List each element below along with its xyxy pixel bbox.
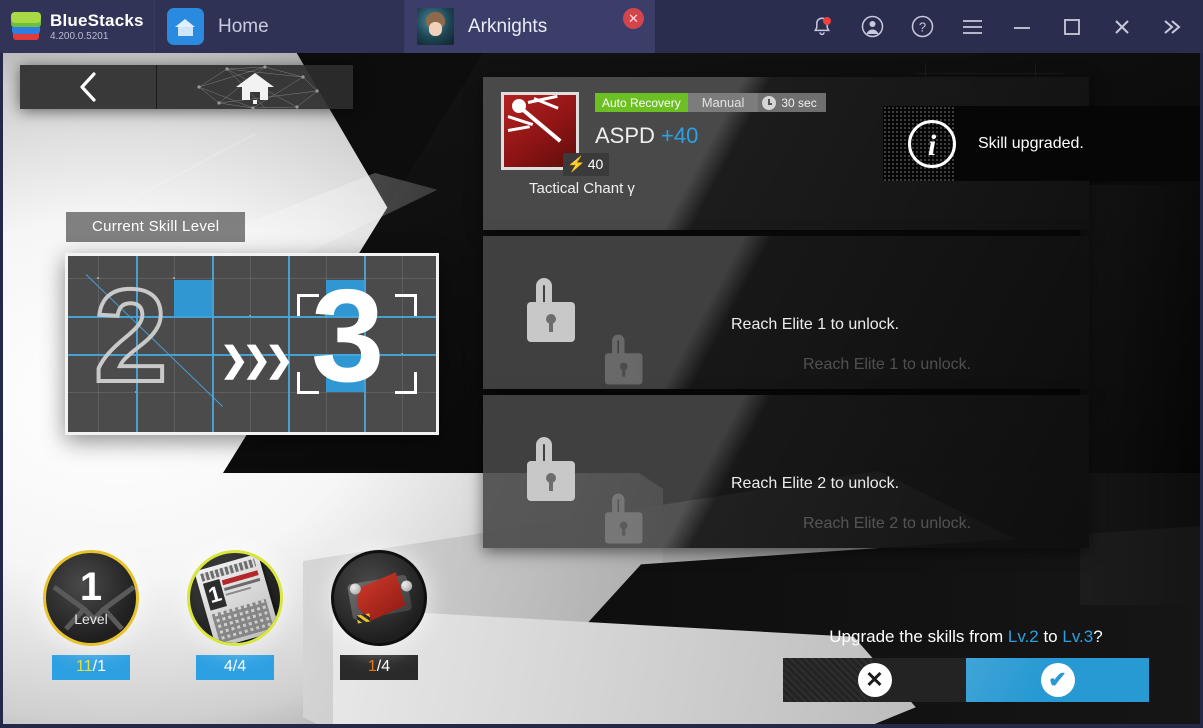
- focus-bracket-icon: [297, 294, 319, 316]
- focus-bracket-icon: [395, 294, 417, 316]
- material-need: 4: [237, 658, 247, 675]
- lock-requirement-text: Reach Elite 1 to unlock.: [731, 316, 900, 333]
- level-icon: 1 Level: [43, 550, 139, 646]
- skill-tag-row: Auto Recovery Manual 30 sec: [595, 93, 826, 112]
- confirm-question: Upgrade the skills from Lv.2 to Lv.3?: [783, 627, 1149, 647]
- skill-stat-label: ASPD: [595, 123, 655, 148]
- confirm-question-suffix: ?: [1093, 627, 1103, 646]
- maximize-icon[interactable]: [1047, 0, 1097, 53]
- clock-icon: [762, 95, 777, 110]
- focus-bracket-icon: [395, 372, 417, 394]
- minimize-icon[interactable]: [997, 0, 1047, 53]
- auto-recovery-tag: Auto Recovery: [595, 93, 688, 112]
- bluestacks-brand: BlueStacks 4.200.0.5201: [0, 0, 155, 53]
- menu-icon[interactable]: [947, 0, 997, 53]
- tab-arknights[interactable]: Arknights ✕: [405, 0, 655, 53]
- home-icon: [236, 73, 274, 104]
- current-skill-level-panel: 2 3 ❯❯❯: [65, 253, 439, 435]
- help-icon[interactable]: ?: [897, 0, 947, 53]
- brand-name: BlueStacks: [50, 10, 144, 30]
- toast-message: Skill upgraded.: [978, 134, 1084, 152]
- material-count-badge: 4/4: [196, 655, 274, 680]
- skill-row-locked-elite2: Reach Elite 2 to unlock. Reach Elite 2 t…: [483, 395, 1089, 548]
- info-icon: i: [908, 119, 956, 168]
- focus-bracket-icon: [297, 372, 319, 394]
- home-button[interactable]: [157, 65, 353, 109]
- material-have: 4: [223, 658, 233, 675]
- material-item-book[interactable]: 1 4/4: [185, 550, 285, 680]
- cancel-button[interactable]: ✕: [783, 658, 966, 702]
- background-side-sheen: [1080, 185, 1200, 605]
- current-skill-level-label: Current Skill Level: [66, 212, 246, 242]
- tab-home[interactable]: Home: [155, 0, 405, 53]
- material-count-badge: 1/4: [340, 655, 418, 680]
- close-icon[interactable]: [1097, 0, 1147, 53]
- material-have: 11: [76, 658, 93, 675]
- confirm-button[interactable]: ✔: [966, 658, 1149, 702]
- lock-requirement-text: Reach Elite 2 to unlock.: [731, 475, 900, 492]
- material-item-level[interactable]: 1 Level 11/1: [41, 550, 141, 680]
- skill-cost-value: 40: [587, 156, 604, 172]
- material-item-device[interactable]: 1/4: [329, 550, 429, 680]
- bluestacks-window: BlueStacks 4.200.0.5201 Home Arknights ✕…: [0, 0, 1203, 728]
- level-number: 1: [79, 565, 103, 609]
- level-arrow-icon: ❯❯❯: [220, 341, 294, 379]
- system-icon-group: ?: [797, 0, 1203, 53]
- home-icon: [167, 8, 204, 45]
- confirm-question-prefix: Upgrade the skills from: [829, 627, 1008, 646]
- skill-name: Tactical Chant γ: [529, 180, 635, 197]
- account-icon[interactable]: [847, 0, 897, 53]
- bluestacks-logo-icon: [11, 11, 41, 42]
- duration-value: 30 sec: [781, 95, 817, 110]
- skill-stat: ASPD +40: [595, 123, 698, 149]
- device-part-icon: [331, 550, 427, 646]
- tab-close-button[interactable]: ✕: [623, 8, 644, 29]
- cancel-icon: ✕: [865, 667, 884, 692]
- check-icon: ✔: [1048, 667, 1067, 692]
- notification-badge-dot: [822, 17, 831, 25]
- arknights-avatar-icon: [417, 8, 454, 45]
- material-need: 4: [381, 658, 391, 675]
- toast-notification: i Skill upgraded.: [883, 106, 1200, 181]
- skill-cost-badge: ⚡ 40: [563, 153, 610, 176]
- manual-tag: Manual: [687, 93, 759, 112]
- confirm-button-group: ✕ ✔: [783, 658, 1149, 702]
- svg-text:?: ?: [918, 20, 925, 35]
- back-button[interactable]: [20, 65, 157, 109]
- level-word: Level: [74, 611, 108, 627]
- expand-sidebar-icon[interactable]: [1147, 0, 1197, 53]
- confirm-question-mid: to: [1038, 627, 1063, 646]
- material-count-badge: 11/1: [52, 655, 130, 680]
- game-viewport[interactable]: 2: [3, 53, 1200, 724]
- skill-stat-value: +40: [661, 123, 699, 148]
- skill-summary-book-icon: 1: [187, 550, 283, 646]
- tab-home-label: Home: [218, 15, 269, 37]
- skill-level-from: 2: [92, 262, 169, 409]
- skill-row-locked-elite1: Reach Elite 1 to unlock. Reach Elite 1 t…: [483, 236, 1089, 389]
- tab-arknights-label: Arknights: [468, 15, 548, 37]
- sp-bolt-icon: ⚡: [567, 156, 586, 173]
- brand-version: 4.200.0.5201: [50, 30, 109, 42]
- material-list: 1 Level 11/1 1 4/4 1/4: [41, 550, 429, 680]
- duration-tag: 30 sec: [758, 93, 826, 112]
- confirm-to-level: Lv.3: [1062, 627, 1094, 646]
- skill-level-to: 3: [311, 262, 385, 409]
- notification-bell-icon[interactable]: [797, 0, 847, 53]
- confirm-from-level: Lv.2: [1007, 627, 1039, 646]
- lock-requirement-text-afterimage: Reach Elite 2 to unlock.: [803, 515, 972, 532]
- game-nav-bar: [20, 65, 353, 109]
- material-need: 1: [97, 658, 106, 675]
- material-have: 1: [367, 658, 377, 675]
- lock-requirement-text-afterimage: Reach Elite 1 to unlock.: [803, 356, 972, 373]
- titlebar: BlueStacks 4.200.0.5201 Home Arknights ✕…: [0, 0, 1203, 53]
